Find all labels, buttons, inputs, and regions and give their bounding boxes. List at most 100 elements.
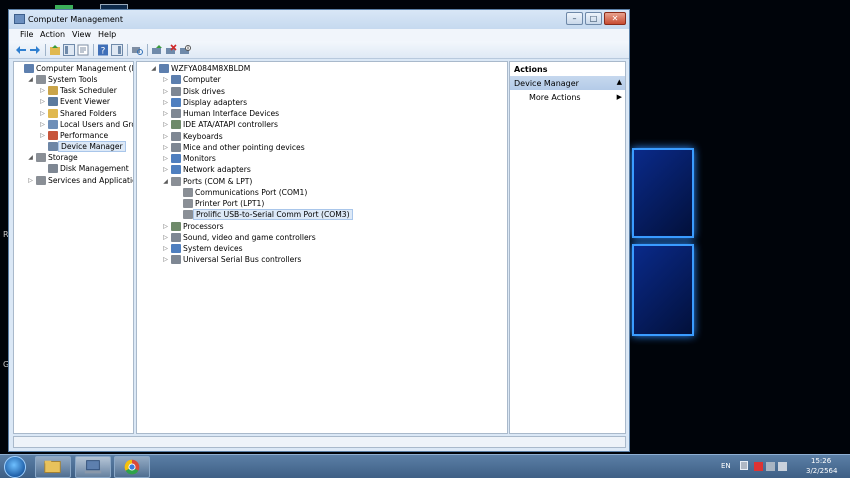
collapsed-arrow-icon[interactable]: ▷ — [162, 119, 169, 130]
usb-icon — [171, 255, 181, 265]
tree-item-label: Sound, video and game controllers — [183, 232, 316, 242]
actions-section-device-manager[interactable]: Device Manager ▲ — [510, 76, 625, 90]
maximize-button[interactable]: □ — [585, 12, 602, 25]
tree-item[interactable]: ▷ Human Interface Devices — [162, 108, 502, 119]
tree-item[interactable]: ◢ WZFYA084M8XBLDM — [150, 63, 490, 74]
tree-item[interactable]: ▷ Task Scheduler — [39, 85, 133, 96]
tree-item[interactable]: ▷ Monitors — [162, 153, 502, 164]
close-button[interactable]: ✕ — [604, 12, 626, 25]
expanded-arrow-icon[interactable]: ◢ — [27, 74, 34, 85]
tray-chevron-icon[interactable] — [740, 461, 748, 470]
collapsed-arrow-icon[interactable]: ▷ — [27, 175, 34, 186]
tree-item[interactable]: Prolific USB-to-Serial Comm Port (COM3) — [174, 209, 507, 221]
windows-logo-pane — [632, 244, 694, 336]
update-driver-icon[interactable] — [151, 44, 163, 56]
collapsed-arrow-icon[interactable]: ▷ — [162, 142, 169, 153]
port-icon — [171, 176, 181, 186]
uninstall-device-icon[interactable] — [165, 44, 177, 56]
tree-item[interactable]: ▷ System devices — [162, 243, 502, 254]
more-actions-item[interactable]: More Actions ▶ — [510, 92, 625, 104]
computer-management-icon — [84, 460, 102, 474]
tree-item[interactable]: Computer Management (Local — [15, 63, 133, 74]
tree-item[interactable]: Disk Management — [39, 163, 133, 174]
menu-view[interactable]: View — [72, 30, 91, 39]
tree-item[interactable]: Printer Port (LPT1) — [174, 198, 507, 209]
tree-item[interactable]: ▷ Performance — [39, 130, 133, 141]
device-tree-pane[interactable]: ◢ WZFYA084M8XBLDM ▷ Computer ▷ Disk drives ▷ Di… — [136, 61, 508, 434]
tree-item[interactable]: ◢ System Tools — [27, 74, 133, 85]
tree-item-label: Storage — [48, 153, 78, 163]
tree-item[interactable]: ▷ Event Viewer — [39, 96, 133, 107]
collapsed-arrow-icon[interactable]: ▷ — [162, 254, 169, 265]
collapsed-arrow-icon[interactable]: ▷ — [162, 221, 169, 232]
tree-item[interactable]: ▷ Computer — [162, 74, 502, 85]
tree-item[interactable]: ▷ Sound, video and game controllers — [162, 232, 502, 243]
expanded-arrow-icon[interactable]: ◢ — [162, 176, 169, 187]
menu-help[interactable]: Help — [98, 30, 116, 39]
taskbar-chrome-button[interactable] — [114, 456, 150, 478]
tools-icon — [36, 75, 46, 85]
title-bar[interactable]: Computer Management – □ ✕ — [9, 10, 629, 29]
show-hide-action-pane-icon[interactable] — [111, 44, 123, 56]
collapsed-arrow-icon[interactable]: ▷ — [162, 97, 169, 108]
collapsed-arrow-icon[interactable]: ▷ — [39, 119, 46, 130]
minimize-button[interactable]: – — [566, 12, 583, 25]
tree-item[interactable]: ▷ Network adapters — [162, 164, 502, 175]
console-tree-pane[interactable]: Computer Management (Local◢System Tools▷… — [13, 61, 134, 434]
collapsed-arrow-icon[interactable]: ▷ — [39, 96, 46, 107]
clock-date[interactable]: 3/2/2564 — [806, 467, 837, 475]
start-button[interactable] — [4, 456, 26, 478]
expanded-arrow-icon[interactable]: ◢ — [27, 152, 34, 163]
collapsed-arrow-icon[interactable]: ▷ — [162, 131, 169, 142]
toolbar-separator — [127, 44, 128, 56]
collapsed-arrow-icon[interactable]: ▷ — [162, 232, 169, 243]
collapse-triangle-icon[interactable]: ▲ — [617, 78, 622, 86]
show-hide-console-tree-icon[interactable] — [63, 44, 75, 56]
help-icon[interactable]: ? — [97, 44, 109, 56]
properties-icon[interactable] — [77, 44, 89, 56]
tree-item[interactable]: ▷ Display adapters — [162, 97, 502, 108]
collapsed-arrow-icon[interactable]: ▷ — [162, 164, 169, 175]
up-folder-icon[interactable] — [49, 44, 61, 56]
disk-icon — [48, 164, 58, 174]
tree-item[interactable]: ▷ Processors — [162, 221, 502, 232]
tree-item[interactable]: ▷ Mice and other pointing devices — [162, 142, 502, 153]
services-icon — [36, 175, 46, 185]
forward-arrow-icon[interactable] — [29, 44, 41, 56]
tree-item[interactable]: ◢ Ports (COM & LPT) — [162, 176, 502, 187]
menu-action[interactable]: Action — [40, 30, 65, 39]
network-adapter-icon — [171, 165, 181, 175]
language-indicator[interactable]: EN — [721, 462, 731, 470]
collapsed-arrow-icon[interactable]: ▷ — [162, 108, 169, 119]
users-icon — [48, 119, 58, 129]
collapsed-arrow-icon[interactable]: ▷ — [39, 85, 46, 96]
expanded-arrow-icon[interactable]: ◢ — [150, 63, 157, 74]
collapsed-arrow-icon[interactable]: ▷ — [162, 243, 169, 254]
tree-item[interactable]: Communications Port (COM1) — [174, 187, 507, 198]
taskbar-computer-management-button[interactable] — [75, 456, 111, 478]
menu-file[interactable]: File — [20, 30, 33, 39]
disable-device-icon[interactable] — [179, 44, 191, 56]
tree-item[interactable]: ▷ IDE ATA/ATAPI controllers — [162, 119, 502, 130]
clock-time[interactable]: 15:26 — [811, 457, 831, 465]
collapsed-arrow-icon[interactable]: ▷ — [39, 108, 46, 119]
collapsed-arrow-icon[interactable]: ▷ — [162, 86, 169, 97]
tree-item[interactable]: ▷ Universal Serial Bus controllers — [162, 254, 502, 265]
tree-item[interactable]: ▷ Disk drives — [162, 86, 502, 97]
tree-item[interactable]: Device Manager — [39, 141, 133, 153]
collapsed-arrow-icon[interactable]: ▷ — [162, 153, 169, 164]
collapsed-arrow-icon[interactable]: ▷ — [162, 74, 169, 85]
tree-item[interactable]: ▷ Shared Folders — [39, 108, 133, 119]
tree-item[interactable]: ▷ Services and Applications — [27, 175, 133, 186]
tree-item[interactable]: ◢ Storage — [27, 152, 133, 163]
volume-icon[interactable] — [778, 462, 787, 471]
tree-item[interactable]: ▷ Local Users and Groups — [39, 119, 133, 130]
back-arrow-icon[interactable] — [15, 44, 27, 56]
scan-hardware-icon[interactable] — [131, 44, 143, 56]
taskbar-explorer-button[interactable] — [35, 456, 71, 478]
tree-item[interactable]: ▷ Keyboards — [162, 131, 502, 142]
action-center-icon[interactable] — [754, 462, 763, 471]
collapsed-arrow-icon[interactable]: ▷ — [39, 130, 46, 141]
tree-item-label: Printer Port (LPT1) — [195, 199, 265, 208]
network-icon[interactable] — [766, 462, 775, 471]
